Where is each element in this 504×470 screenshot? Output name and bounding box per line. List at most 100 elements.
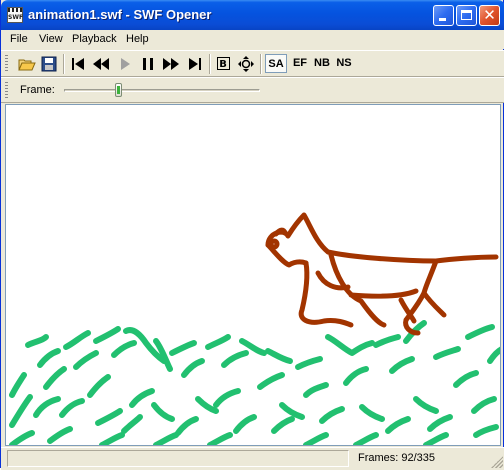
grass-stroke: [151, 402, 175, 422]
grass-stroke: [181, 358, 205, 378]
rewind-button[interactable]: [91, 54, 111, 73]
grass-stroke: [93, 326, 121, 344]
rewind-icon: [93, 58, 109, 70]
scale-no-scale-button[interactable]: NS: [334, 54, 354, 73]
grass-stroke: [385, 416, 411, 434]
first-frame-button[interactable]: [68, 54, 88, 73]
scale-no-border-button[interactable]: NB: [311, 54, 333, 73]
status-bar: Frames: 92/335: [1, 447, 504, 470]
toolbar-grip[interactable]: [5, 55, 8, 73]
main-toolbar: B SA EF NB NS: [1, 50, 504, 77]
grass-stroke: [373, 334, 401, 348]
grass-stroke: [325, 334, 375, 356]
close-button[interactable]: ✕: [479, 5, 500, 26]
move-arrows-icon: [238, 56, 254, 72]
grass-stroke: [433, 346, 461, 360]
grass-stroke: [207, 432, 233, 445]
pause-icon: [143, 58, 153, 70]
grass-stroke: [73, 350, 99, 370]
menu-bar: File View Playback Help: [1, 30, 504, 49]
grass-stroke: [343, 366, 369, 386]
grass-stroke: [33, 396, 61, 418]
frame-toolbar: Frame:: [1, 77, 504, 103]
menu-view[interactable]: View: [39, 33, 63, 45]
grass-stroke: [169, 340, 197, 356]
menu-help[interactable]: Help: [126, 33, 149, 45]
grass-stroke: [265, 348, 293, 364]
status-message-panel: [7, 450, 349, 467]
animation-frame-canvas: [9, 212, 500, 445]
frame-label: Frame:: [20, 84, 55, 96]
grass-stroke: [25, 334, 49, 348]
grass-stroke: [87, 374, 111, 398]
grass-stroke: [359, 404, 385, 422]
grass-stroke: [43, 366, 67, 390]
grass-stroke: [423, 432, 449, 445]
grass-stroke: [295, 356, 323, 370]
grass-stroke: [303, 432, 329, 445]
grass-stroke: [465, 324, 495, 340]
grass-stroke: [59, 398, 85, 418]
resize-grip-icon[interactable]: [491, 456, 503, 468]
grass-stroke: [9, 372, 27, 398]
grass-stroke: [453, 370, 479, 388]
grass-stroke: [63, 330, 91, 350]
maximize-button[interactable]: [456, 5, 477, 26]
grass-stroke: [221, 350, 249, 368]
grass-stroke: [99, 432, 125, 445]
last-frame-icon: [189, 58, 201, 70]
last-frame-button[interactable]: [185, 54, 205, 73]
minimize-icon: [439, 18, 446, 21]
grass-stroke: [233, 414, 257, 434]
fit-window-button[interactable]: [236, 54, 256, 73]
fast-forward-button[interactable]: [161, 54, 181, 73]
animal-drawing: [265, 212, 499, 336]
window-title: animation1.swf - SWF Opener: [28, 7, 212, 22]
pause-button[interactable]: [138, 54, 158, 73]
save-button[interactable]: [39, 54, 59, 73]
toolbar-separator: [209, 54, 211, 74]
maximize-icon: [461, 10, 472, 20]
grass-stroke: [303, 382, 329, 398]
grass-stroke: [9, 430, 35, 445]
border-toggle-button[interactable]: B: [213, 54, 233, 73]
grass-stroke: [353, 432, 379, 445]
first-frame-icon: [72, 58, 84, 70]
grass-stroke: [213, 388, 241, 408]
open-icon: [18, 59, 36, 71]
grass-stroke: [205, 334, 231, 350]
grass-stroke: [129, 388, 155, 408]
grass-stroke: [279, 402, 305, 420]
save-icon: [41, 56, 57, 72]
minimize-button[interactable]: [433, 5, 454, 26]
grass-stroke: [47, 426, 73, 444]
grass-stroke: [471, 396, 497, 414]
frame-slider-track[interactable]: [64, 89, 260, 92]
swf-stage[interactable]: [5, 104, 501, 446]
menu-playback[interactable]: Playback: [72, 33, 117, 45]
grass-stroke: [37, 348, 61, 368]
grass-drawing: [9, 320, 500, 445]
scale-exact-fit-button[interactable]: EF: [290, 54, 310, 73]
fast-forward-icon: [163, 58, 179, 70]
grass-stroke: [389, 356, 415, 374]
play-icon: [121, 58, 130, 70]
grass-stroke: [257, 372, 285, 390]
grass-stroke: [121, 414, 143, 434]
title-bar[interactable]: SWF animation1.swf - SWF Opener ✕: [1, 0, 504, 30]
grass-stroke: [153, 432, 179, 445]
play-button[interactable]: [115, 54, 135, 73]
scale-show-all-button[interactable]: SA: [265, 54, 287, 73]
menu-file[interactable]: File: [10, 33, 28, 45]
grass-stroke: [111, 340, 137, 358]
frame-slider-thumb[interactable]: [115, 83, 122, 97]
toolbar-grip[interactable]: [5, 82, 8, 100]
grass-stroke: [487, 346, 500, 364]
grass-stroke: [319, 406, 345, 424]
border-icon: B: [216, 57, 230, 70]
frame-counter: Frames: 92/335: [358, 452, 436, 464]
open-button[interactable]: [17, 54, 37, 73]
swf-app-icon: SWF: [7, 7, 23, 23]
grass-stroke: [9, 394, 33, 428]
grass-stroke: [175, 416, 199, 436]
